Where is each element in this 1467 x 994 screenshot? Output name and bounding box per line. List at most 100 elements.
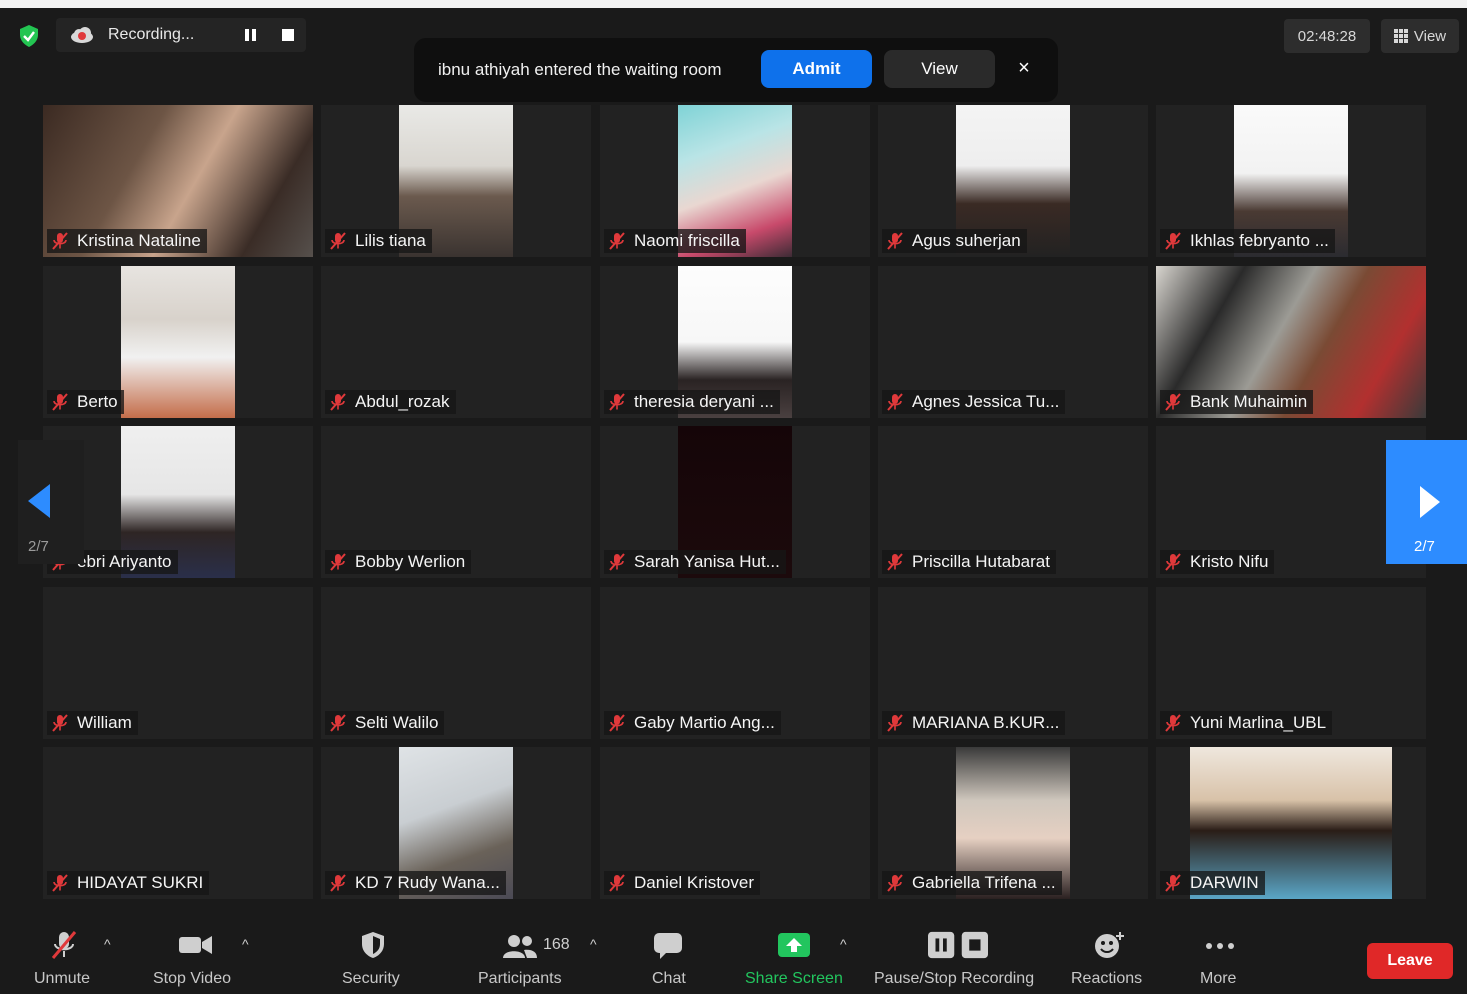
participants-button[interactable]: 168 Participants (474, 918, 570, 994)
pause-recording-button[interactable] (242, 27, 258, 43)
microphone-muted-icon (52, 874, 68, 892)
next-page-button[interactable]: 2/7 (1386, 440, 1467, 564)
audio-options-caret[interactable]: ^ (104, 936, 111, 952)
microphone-muted-icon (887, 714, 903, 732)
previous-page-button[interactable]: 2/7 (18, 440, 84, 564)
participant-name-tag: Lilis tiana (325, 229, 432, 253)
microphone-muted-icon (330, 393, 346, 411)
participant-name: Agnes Jessica Tu... (912, 392, 1060, 411)
participant-tile[interactable]: HIDAYAT SUKRI (43, 747, 313, 899)
chat-label: Chat (652, 970, 686, 987)
participant-tile[interactable]: theresia deryani ... (600, 266, 870, 418)
reactions-button[interactable]: Reactions (1068, 918, 1148, 994)
microphone-muted-icon (887, 232, 903, 250)
participant-tile[interactable]: Ikhlas febryanto ... (1156, 105, 1426, 257)
participant-name: Gabriella Trifena ... (912, 873, 1056, 892)
participant-name-tag: Bobby Werlion (325, 550, 472, 574)
participant-name: Ikhlas febryanto ... (1190, 231, 1329, 250)
share-screen-icon (778, 933, 810, 957)
view-waiting-room-button[interactable]: View (884, 50, 995, 88)
participant-tile[interactable]: Gaby Martio Ang... (600, 587, 870, 739)
participant-tile[interactable]: Sarah Yanisa Hut... (600, 426, 870, 578)
cloud-recording-icon (71, 27, 93, 43)
stop-video-label: Stop Video (153, 970, 231, 987)
video-options-caret[interactable]: ^ (242, 936, 249, 952)
microphone-muted-icon (330, 874, 346, 892)
participant-name-tag: Bank Muhaimin (1160, 390, 1314, 414)
participant-name: Daniel Kristover (634, 873, 754, 892)
participant-tile[interactable]: Agus suherjan (878, 105, 1148, 257)
participant-name-tag: HIDAYAT SUKRI (47, 871, 210, 895)
window-top-strip (0, 0, 1467, 8)
microphone-muted-icon (1165, 393, 1181, 411)
participant-tile[interactable]: Agnes Jessica Tu... (878, 266, 1148, 418)
microphone-muted-icon (1165, 232, 1181, 250)
microphone-muted-icon (887, 553, 903, 571)
participant-name: Lilis tiana (355, 231, 426, 250)
participant-name: Naomi friscilla (634, 231, 740, 250)
pause-icon (244, 29, 256, 41)
reactions-smiley-icon (1095, 932, 1124, 958)
meeting-timer: 02:48:28 (1284, 19, 1370, 53)
participant-name-tag: Kristo Nifu (1160, 550, 1275, 574)
share-screen-button[interactable]: Share Screen (740, 918, 844, 994)
participant-tile[interactable]: Priscilla Hutabarat (878, 426, 1148, 578)
arrow-left-icon (28, 484, 50, 518)
participant-tile[interactable]: KD 7 Rudy Wana... (321, 747, 591, 899)
participant-name: Selti Walilo (355, 713, 439, 732)
chat-button[interactable]: Chat (644, 918, 694, 994)
stop-video-button[interactable]: Stop Video (148, 918, 242, 994)
participant-tile[interactable]: MARIANA B.KUR... (878, 587, 1148, 739)
participant-tile[interactable]: Selti Walilo (321, 587, 591, 739)
participant-name-tag: Gaby Martio Ang... (604, 711, 781, 735)
microphone-muted-icon (1165, 714, 1181, 732)
microphone-muted-icon (52, 232, 68, 250)
participant-tile[interactable]: Yuni Marlina_UBL (1156, 587, 1426, 739)
participants-options-caret[interactable]: ^ (590, 936, 597, 952)
view-layout-button[interactable]: View (1381, 19, 1459, 53)
waiting-room-notification: ibnu athiyah entered the waiting room Ad… (414, 38, 1058, 102)
microphone-muted-icon (887, 393, 903, 411)
participant-tile[interactable]: Gabriella Trifena ... (878, 747, 1148, 899)
close-icon[interactable]: × (1014, 58, 1034, 78)
unmute-button[interactable]: Unmute (28, 918, 100, 994)
encryption-shield-icon[interactable] (18, 24, 40, 48)
more-button[interactable]: More (1196, 918, 1246, 994)
leave-button[interactable]: Leave (1367, 943, 1453, 979)
participant-tile[interactable]: Bank Muhaimin (1156, 266, 1426, 418)
participant-tile[interactable]: Lilis tiana (321, 105, 591, 257)
participant-name: DARWIN (1190, 873, 1259, 892)
pause-stop-recording-button[interactable]: Pause/Stop Recording (874, 918, 1042, 994)
participant-name-tag: Selti Walilo (325, 711, 445, 735)
participant-name: Abdul_rozak (355, 392, 450, 411)
microphone-muted-icon (330, 553, 346, 571)
participant-name: Berto (77, 392, 118, 411)
participant-tile[interactable]: DARWIN (1156, 747, 1426, 899)
participant-name-tag: Naomi friscilla (604, 229, 746, 253)
shield-icon (362, 932, 384, 958)
unmute-label: Unmute (34, 970, 91, 987)
participant-tile[interactable]: Abdul_rozak (321, 266, 591, 418)
meeting-toolbar: Unmute ^ Stop Video ^ Security 168 Parti… (0, 918, 1467, 994)
participant-name-tag: Gabriella Trifena ... (882, 871, 1062, 895)
share-options-caret[interactable]: ^ (840, 936, 847, 952)
participant-name-tag: Abdul_rozak (325, 390, 456, 414)
participant-name: Agus suherjan (912, 231, 1021, 250)
participant-tile[interactable]: Bobby Werlion (321, 426, 591, 578)
microphone-muted-icon (330, 714, 346, 732)
participant-name-tag: William (47, 711, 138, 735)
admit-button[interactable]: Admit (761, 50, 872, 88)
participant-name: theresia deryani ... (634, 392, 774, 411)
view-layout-label: View (1413, 27, 1447, 45)
participant-tile[interactable]: William (43, 587, 313, 739)
security-button[interactable]: Security (336, 918, 410, 994)
participant-tile[interactable]: Berto (43, 266, 313, 418)
participant-name-tag: Sarah Yanisa Hut... (604, 550, 786, 574)
participant-name-tag: Ikhlas febryanto ... (1160, 229, 1335, 253)
participant-name-tag: Priscilla Hutabarat (882, 550, 1056, 574)
participant-tile[interactable]: Naomi friscilla (600, 105, 870, 257)
participant-tile[interactable]: Kristina Nataline (43, 105, 313, 257)
stop-recording-button[interactable] (280, 27, 296, 43)
participant-tile[interactable]: Daniel Kristover (600, 747, 870, 899)
participants-count: 168 (543, 936, 570, 953)
